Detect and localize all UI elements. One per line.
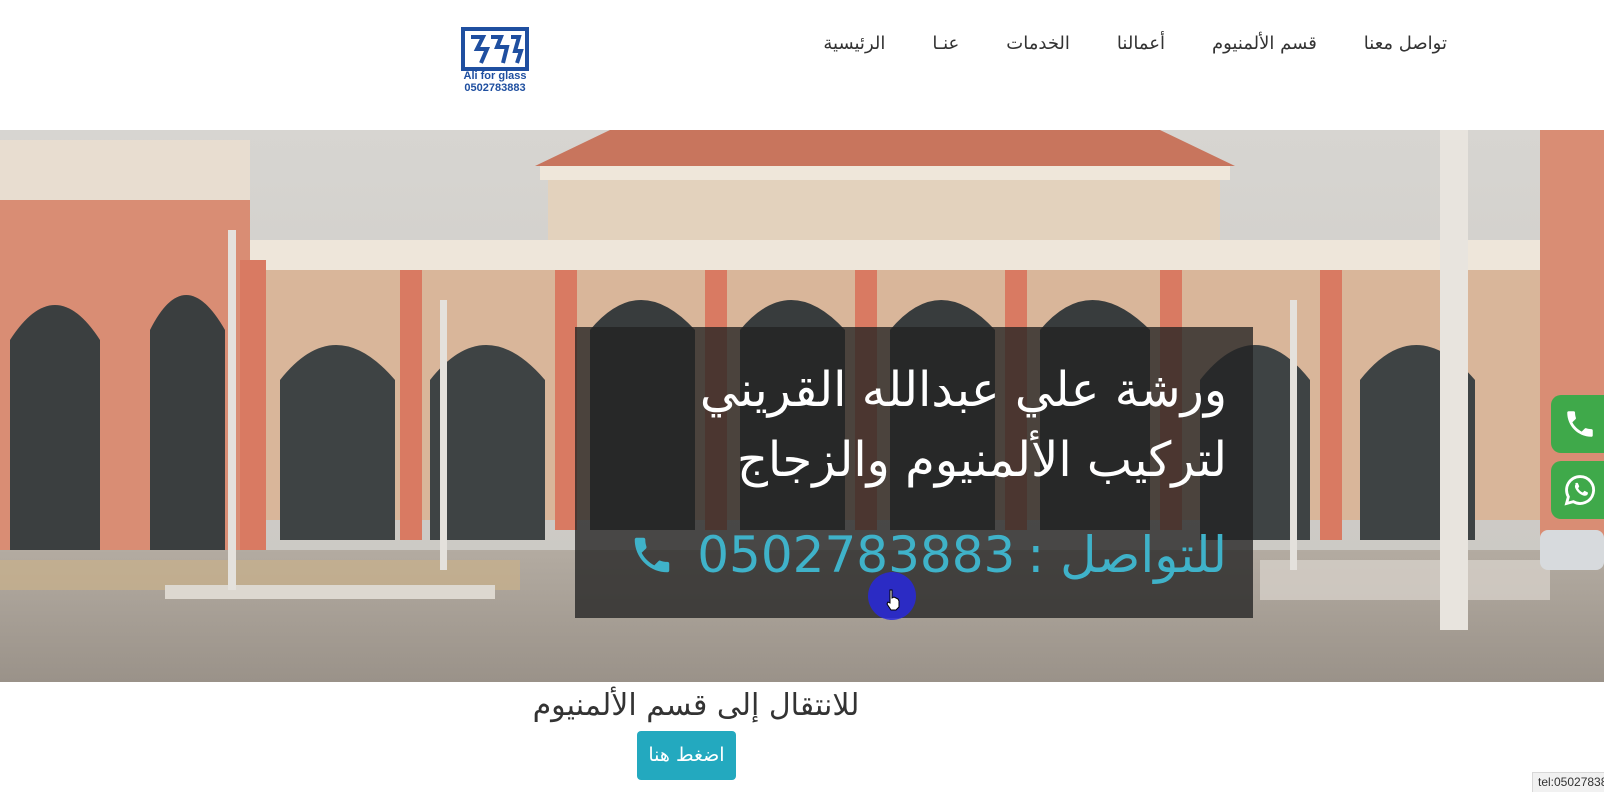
logo-text: Ali for glass 0502783883 [457, 70, 533, 94]
hero-contact-number[interactable]: 0502783883 [697, 525, 1015, 585]
site-logo[interactable]: Ali for glass 0502783883 [457, 27, 533, 97]
floating-call-button[interactable] [1551, 395, 1604, 453]
nav-item-services[interactable]: الخدمات [1006, 33, 1070, 54]
logo-phone-number: 0502783883 [464, 82, 526, 94]
hero-title-line1: ورشة علي عبدالله القريني [699, 362, 1227, 418]
nav-item-home[interactable]: الرئيسية [823, 33, 885, 54]
whatsapp-icon [1564, 475, 1595, 506]
hand-cursor-icon [886, 589, 900, 611]
nav-item-works[interactable]: أعمالنا [1117, 33, 1165, 54]
hero-title: ورشة علي عبدالله القريني لتركيب الألمنيو… [587, 355, 1227, 495]
go-to-aluminum-button[interactable]: اضغط هنا [637, 731, 736, 780]
hero-section: ورشة علي عبدالله القريني لتركيب الألمنيو… [0, 130, 1604, 682]
hero-contact-link[interactable]: للتواصل : 0502783883 [629, 525, 1227, 585]
phone-icon [634, 537, 670, 573]
status-bar-link-preview: tel:0502783883 [1532, 772, 1604, 792]
site-header: Ali for glass 0502783883 الرئيسية عنـا ا… [0, 0, 1604, 130]
hero-overlay-box: ورشة علي عبدالله القريني لتركيب الألمنيو… [575, 327, 1253, 618]
nav-item-contact[interactable]: تواصل معنا [1364, 33, 1447, 54]
phone-icon [1567, 411, 1593, 437]
logo-glass-icon [461, 27, 529, 71]
main-nav: الرئيسية عنـا الخدمات أعمالنا قسم الألمن… [823, 28, 1447, 58]
floating-whatsapp-button[interactable] [1551, 461, 1604, 519]
hero-title-line2: لتركيب الألمنيوم والزجاج [736, 432, 1227, 488]
hero-contact-label: للتواصل : [1027, 526, 1227, 584]
aluminum-section-prompt: للانتقال إلى قسم الألمنيوم [532, 688, 860, 723]
nav-item-about[interactable]: عنـا [932, 33, 959, 54]
nav-item-aluminum[interactable]: قسم الألمنيوم [1212, 33, 1317, 54]
logo-brand-name: Ali for glass [463, 70, 527, 82]
